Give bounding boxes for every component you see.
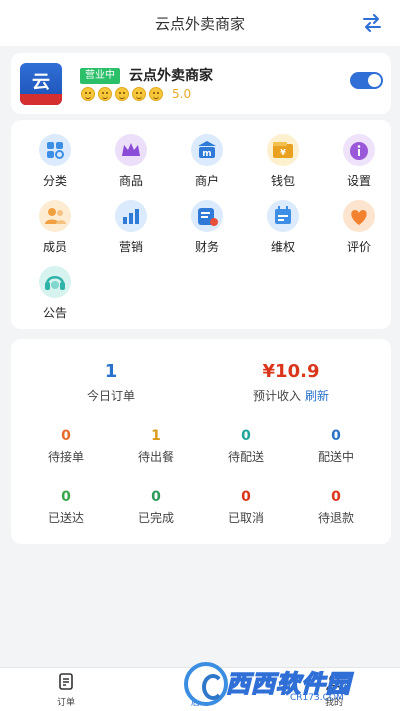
stat-label: 待接单: [47, 450, 84, 464]
stat-pending-accept[interactable]: 0 待接单: [26, 428, 106, 465]
merchant-icon: m: [191, 134, 223, 166]
stat-pending-refund[interactable]: 0 待退款: [296, 489, 376, 526]
heart-icon: [343, 200, 375, 232]
app-header: 云点外卖商家: [0, 0, 400, 46]
smiley-face-icon: [115, 87, 129, 101]
stat-label: 已取消: [227, 511, 264, 525]
menu-item-member[interactable]: 成员: [23, 200, 83, 260]
stat-label: 已完成: [137, 511, 174, 525]
order-list-icon: [56, 672, 76, 692]
announcement-headset-icon: [39, 266, 71, 298]
menu-item-review[interactable]: 评价: [327, 200, 387, 260]
rating-value: 5.0: [172, 87, 192, 101]
watermark-circle-icon: [184, 662, 228, 706]
smiley-face-icon: [81, 87, 95, 101]
income-amount: ¥10.9: [262, 361, 320, 382]
store-logo: 云: [20, 63, 62, 105]
switch-arrows-icon[interactable]: [362, 14, 382, 32]
smiley-face-icon: [132, 87, 146, 101]
category-grid-icon: [39, 134, 71, 166]
menu-label: 营销: [118, 240, 143, 254]
refresh-link[interactable]: 刷新: [305, 389, 329, 403]
menu-label: 商户: [194, 174, 219, 188]
menu-label: 分类: [42, 174, 67, 188]
tab-label: 订单: [56, 698, 75, 708]
menu-label: 维权: [270, 240, 295, 254]
today-orders-label: 今日订单: [86, 389, 135, 403]
stat-value: 0: [241, 428, 251, 444]
store-rating: 5.0: [81, 87, 191, 101]
stat-value: 0: [331, 489, 341, 505]
watermark-logo: 西西软件园 CR173.COM: [178, 660, 388, 710]
menu-item-finance[interactable]: 财务: [175, 200, 235, 260]
menu-label: 财务: [194, 240, 219, 254]
marketing-chart-icon: [115, 200, 147, 232]
stat-label: 配送中: [317, 450, 354, 464]
store-name: 云点外卖商家: [129, 68, 213, 84]
store-logo-text: 云: [32, 72, 50, 93]
stat-delivering[interactable]: 0 配送中: [296, 428, 376, 465]
income-stat: ¥10.9 预计收入 刷新: [231, 361, 351, 404]
rights-calendar-icon: [267, 200, 299, 232]
income-row: 预计收入 刷新: [231, 387, 351, 404]
stat-label: 待出餐: [137, 450, 174, 464]
stat-value: 0: [61, 428, 71, 444]
tab-orders[interactable]: 订单: [36, 672, 96, 708]
menu-item-rights[interactable]: 维权: [251, 200, 311, 260]
function-menu-card: 分类 商品 m 商户 ¥ 钱包 设置 成员 营销 财务 维权 评价 公告: [11, 120, 391, 329]
menu-label: 评价: [346, 240, 371, 254]
member-icon: [39, 200, 71, 232]
store-status-badge: 营业中: [80, 68, 120, 84]
svg-text:¥: ¥: [280, 148, 286, 157]
menu-label: 成员: [42, 240, 67, 254]
menu-item-merchant[interactable]: m 商户: [175, 134, 235, 194]
stat-pending-delivery[interactable]: 0 待配送: [206, 428, 286, 465]
menu-label: 公告: [42, 306, 67, 320]
settings-info-icon: [343, 134, 375, 166]
stat-pending-meal[interactable]: 1 待出餐: [116, 428, 196, 465]
watermark-subtext: CR173.COM: [290, 693, 344, 703]
store-info-card: 云 营业中 云点外卖商家 5.0: [11, 53, 391, 114]
stat-cancelled[interactable]: 0 已取消: [206, 489, 286, 526]
store-logo-strip: [20, 94, 62, 105]
orders-summary-card: 1 今日订单 ¥10.9 预计收入 刷新 0 待接单 1 待出餐 0 待配送 0 …: [11, 339, 391, 544]
wallet-icon: ¥: [267, 134, 299, 166]
stat-value: 0: [331, 428, 341, 444]
menu-item-wallet[interactable]: ¥ 钱包: [251, 134, 311, 194]
stat-label: 已送达: [47, 511, 84, 525]
store-open-toggle[interactable]: [350, 72, 383, 89]
today-orders-count: 1: [104, 361, 118, 382]
income-label: 预计收入: [252, 389, 301, 403]
finance-icon: [191, 200, 223, 232]
stat-value: 1: [151, 428, 161, 444]
stat-delivered[interactable]: 0 已送达: [26, 489, 106, 526]
menu-label: 钱包: [270, 174, 295, 188]
menu-label: 商品: [118, 174, 143, 188]
menu-item-goods[interactable]: 商品: [99, 134, 159, 194]
page-title: 云点外卖商家: [154, 14, 245, 33]
menu-item-marketing[interactable]: 营销: [99, 200, 159, 260]
menu-label: 设置: [346, 174, 371, 188]
stat-completed[interactable]: 0 已完成: [116, 489, 196, 526]
stat-label: 待退款: [317, 511, 354, 525]
smiley-face-icon: [149, 87, 163, 101]
today-orders-stat[interactable]: 1 今日订单: [71, 361, 151, 404]
toggle-knob: [368, 74, 381, 87]
stat-value: 0: [61, 489, 71, 505]
stat-value: 0: [151, 489, 161, 505]
menu-item-category[interactable]: 分类: [23, 134, 83, 194]
svg-text:m: m: [202, 149, 211, 159]
menu-item-announcement[interactable]: 公告: [23, 266, 83, 326]
menu-item-settings[interactable]: 设置: [327, 134, 387, 194]
stat-value: 0: [241, 489, 251, 505]
crown-icon: [115, 134, 147, 166]
smiley-face-icon: [98, 87, 112, 101]
stat-label: 待配送: [227, 450, 264, 464]
